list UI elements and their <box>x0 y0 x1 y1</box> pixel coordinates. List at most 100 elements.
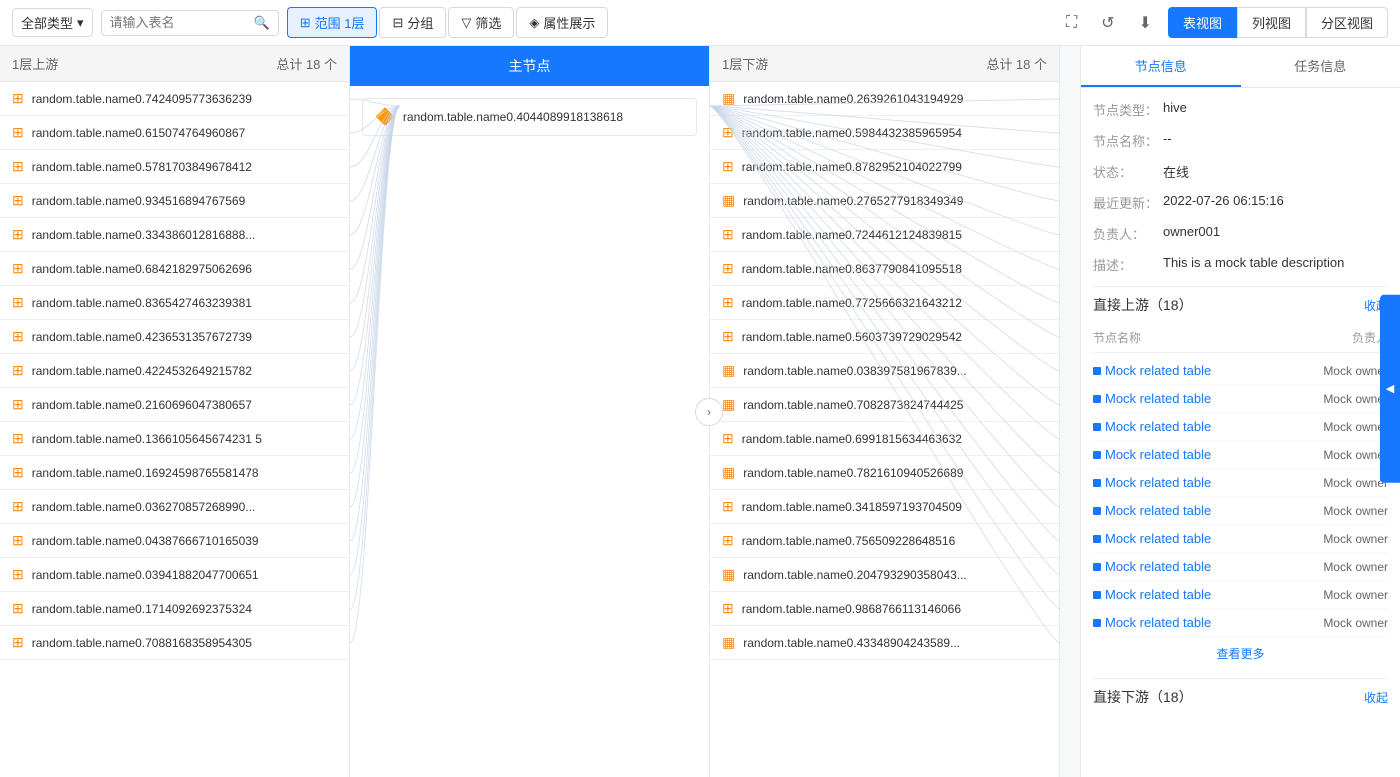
table-view-tab[interactable]: 表视图 <box>1168 7 1237 38</box>
related-table-name[interactable]: Mock related table <box>1093 531 1211 546</box>
downstream-list-item[interactable]: ▦random.table.name0.2765277918349349 <box>710 184 1059 218</box>
tab-task-info[interactable]: 任务信息 <box>1241 46 1400 87</box>
related-table-name[interactable]: Mock related table <box>1093 503 1211 518</box>
expand-arrow[interactable]: › <box>695 398 723 426</box>
upstream-list-item[interactable]: ⊞random.table.name0.2160696047380657 <box>0 388 349 422</box>
upstream-list-item[interactable]: ⊞random.table.name0.7088168358954305 <box>0 626 349 660</box>
downstream-list-item[interactable]: ⊞random.table.name0.6991815634463632 <box>710 422 1059 456</box>
upstream-list-item[interactable]: ⊞random.table.name0.16924598765581478 <box>0 456 349 490</box>
related-table-name[interactable]: Mock related table <box>1093 363 1211 378</box>
table-name: random.table.name0.8365427463239381 <box>32 296 252 310</box>
upstream-section-header: 直接上游（18） 收起 <box>1093 295 1388 315</box>
related-dot <box>1093 591 1101 599</box>
upstream-list-item[interactable]: ⊞random.table.name0.615074764960867 <box>0 116 349 150</box>
downstream-list-item[interactable]: ⊞random.table.name0.5984432385965954 <box>710 116 1059 150</box>
related-upstream-item: Mock related tableMock owner <box>1093 441 1388 469</box>
attr-button[interactable]: ◈ 属性展示 <box>516 7 608 38</box>
tab-node-info[interactable]: 节点信息 <box>1081 46 1241 87</box>
table-type-icon: ⊞ <box>12 124 24 141</box>
related-upstream-item: Mock related table Mock owner <box>1093 553 1388 581</box>
downstream-list-item[interactable]: ⊞random.table.name0.8782952104022799 <box>710 150 1059 184</box>
upstream-related-list: Mock related table Mock owner Mock related… <box>1093 357 1388 637</box>
fullscreen-button[interactable]: ⛶ <box>1058 10 1085 36</box>
related-upstream-item: Mock related table Mock owner <box>1093 413 1388 441</box>
range-button[interactable]: ⊞ 范围 1层 <box>287 7 378 38</box>
group-icon: ⊟ <box>392 15 403 31</box>
upstream-list-item[interactable]: ⊞random.table.name0.334386012816888... <box>0 218 349 252</box>
info-desc-row: 描述： This is a mock table description <box>1093 255 1388 274</box>
downstream-list-item[interactable]: ▦random.table.name0.038397581967839... <box>710 354 1059 388</box>
search-input[interactable] <box>110 15 250 30</box>
related-upstream-item: Mock related tableMock owner <box>1093 497 1388 525</box>
related-owner: Mock owner <box>1323 420 1388 434</box>
upstream-list-item[interactable]: ⊞random.table.name0.6842182975062696 <box>0 252 349 286</box>
table-type-icon: ⊞ <box>722 158 734 175</box>
downstream-list-item[interactable]: ▦random.table.name0.204793290358043... <box>710 558 1059 592</box>
downstream-list-item[interactable]: ⊞random.table.name0.7244612124839815 <box>710 218 1059 252</box>
downstream-list-item[interactable]: ⊞random.table.name0.3418597193704509 <box>710 490 1059 524</box>
table-type-icon: ⊞ <box>12 260 24 277</box>
downstream-column: 1层下游 总计 18 个 ▦random.table.name0.2639261… <box>710 46 1060 777</box>
upstream-list-item[interactable]: ⊞random.table.name0.03941882047700651 <box>0 558 349 592</box>
downstream-list: ▦random.table.name0.2639261043194929⊞ran… <box>710 82 1059 777</box>
main-node[interactable]: 🔶 random.table.name0.4044089918138618 <box>362 98 697 136</box>
related-table-name[interactable]: Mock related table <box>1093 391 1211 406</box>
group-button[interactable]: ⊟ 分组 <box>379 7 446 38</box>
list-view-tab[interactable]: 列视图 <box>1237 7 1306 38</box>
related-table-name[interactable]: Mock related table <box>1093 419 1211 434</box>
upstream-list: ⊞random.table.name0.7424095773636239⊞ran… <box>0 82 349 777</box>
upstream-list-item[interactable]: ⊞random.table.name0.4224532649215782 <box>0 354 349 388</box>
partition-view-tab[interactable]: 分区视图 <box>1306 7 1388 38</box>
downstream-list-item[interactable]: ▦random.table.name0.43348904243589... <box>710 626 1059 660</box>
table-name: random.table.name0.1366105645674231 5 <box>32 432 262 446</box>
search-icon[interactable]: 🔍 <box>254 15 270 31</box>
downstream-collapse-link[interactable]: 收起 <box>1364 689 1388 706</box>
table-name: random.table.name0.4224532649215782 <box>32 364 252 378</box>
related-table-name[interactable]: Mock related table <box>1093 587 1211 602</box>
upstream-list-item[interactable]: ⊞random.table.name0.4236531357672739 <box>0 320 349 354</box>
table-type-icon: ▦ <box>722 362 735 379</box>
type-select[interactable]: 全部类型 ▾ <box>12 8 93 37</box>
table-type-icon: ⊞ <box>722 532 734 549</box>
table-type-icon: ⊞ <box>12 498 24 515</box>
related-upstream-item: Mock related tableMock owner <box>1093 385 1388 413</box>
upstream-list-item[interactable]: ⊞random.table.name0.934516894767569 <box>0 184 349 218</box>
section-divider-2 <box>1093 678 1388 679</box>
upstream-list-item[interactable]: ⊞random.table.name0.8365427463239381 <box>0 286 349 320</box>
downstream-list-item[interactable]: ⊞random.table.name0.9868766113146066 <box>710 592 1059 626</box>
table-name: random.table.name0.7424095773636239 <box>32 92 252 106</box>
table-name: random.table.name0.204793290358043... <box>743 568 967 582</box>
table-name: random.table.name0.1714092692375324 <box>32 602 252 616</box>
show-more-link[interactable]: 查看更多 <box>1093 637 1388 670</box>
related-owner: Mock owner <box>1323 560 1388 574</box>
upstream-list-item[interactable]: ⊞random.table.name0.1714092692375324 <box>0 592 349 626</box>
update-info-label: 最近更新： <box>1093 193 1163 212</box>
downstream-list-item[interactable]: ▦random.table.name0.7082873824744425 <box>710 388 1059 422</box>
download-button[interactable]: ⬇ <box>1131 9 1160 37</box>
range-icon: ⊞ <box>300 15 311 31</box>
owner-info-value: owner001 <box>1163 224 1388 239</box>
upstream-list-item[interactable]: ⊞random.table.name0.036270857268990... <box>0 490 349 524</box>
upstream-list-item[interactable]: ⊞random.table.name0.1366105645674231 5 <box>0 422 349 456</box>
graph-area: 1层上游 总计 18 个 ⊞random.table.name0.7424095… <box>0 46 1080 777</box>
table-name: random.table.name0.7082873824744425 <box>743 398 963 412</box>
downstream-list-item[interactable]: ▦random.table.name0.2639261043194929 <box>710 82 1059 116</box>
downstream-list-item[interactable]: ⊞random.table.name0.8637790841095518 <box>710 252 1059 286</box>
upstream-list-item[interactable]: ⊞random.table.name0.04387666710165039 <box>0 524 349 558</box>
refresh-button[interactable]: ↺ <box>1093 9 1122 37</box>
filter-button[interactable]: ▽ 筛选 <box>448 7 514 38</box>
related-table-name[interactable]: Mock related table <box>1093 615 1211 630</box>
downstream-list-item[interactable]: ⊞random.table.name0.5603739729029542 <box>710 320 1059 354</box>
downstream-list-item[interactable]: ⊞random.table.name0.756509228648516 <box>710 524 1059 558</box>
related-table-name[interactable]: Mock related table <box>1093 559 1211 574</box>
fab-button[interactable]: ◀ <box>1380 294 1400 483</box>
info-update-row: 最近更新： 2022-07-26 06:15:16 <box>1093 193 1388 212</box>
upstream-list-item[interactable]: ⊞random.table.name0.5781703849678412 <box>0 150 349 184</box>
downstream-list-item[interactable]: ⊞random.table.name0.7725666321643212 <box>710 286 1059 320</box>
downstream-section-title: 直接下游（18） <box>1093 687 1193 707</box>
related-table-name[interactable]: Mock related table <box>1093 447 1211 462</box>
downstream-list-item[interactable]: ▦random.table.name0.7821610940526689 <box>710 456 1059 490</box>
upstream-list-item[interactable]: ⊞random.table.name0.7424095773636239 <box>0 82 349 116</box>
related-table-name[interactable]: Mock related table <box>1093 475 1211 490</box>
main-node-name: random.table.name0.4044089918138618 <box>403 110 623 124</box>
